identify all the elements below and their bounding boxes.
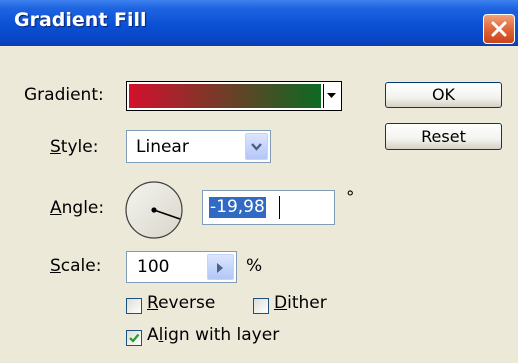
- scale-label: Scale:: [50, 256, 102, 276]
- gradient-preview[interactable]: [129, 84, 321, 108]
- scale-value: 100: [137, 257, 170, 277]
- angle-dial[interactable]: [124, 180, 184, 240]
- style-value: Linear: [136, 137, 189, 157]
- scale-input[interactable]: 100: [126, 251, 237, 283]
- style-label: Style:: [50, 137, 99, 157]
- gradient-fill-dialog: Gradient Fill Gradient: OK Reset Style: …: [0, 0, 518, 363]
- text-caret: [279, 196, 280, 219]
- reverse-checkbox[interactable]: [126, 298, 142, 314]
- title-bar[interactable]: Gradient Fill: [0, 0, 518, 46]
- angle-input[interactable]: -19,98: [202, 190, 335, 225]
- reset-button[interactable]: Reset: [385, 123, 502, 150]
- dialog-title: Gradient Fill: [14, 9, 147, 31]
- triangle-down-icon: [327, 93, 336, 98]
- close-icon: [491, 21, 507, 37]
- gradient-label: Gradient:: [24, 85, 104, 105]
- chevron-down-icon: [251, 143, 262, 151]
- angle-label: Angle:: [50, 198, 105, 218]
- gradient-picker[interactable]: [126, 81, 342, 111]
- scale-slider-button[interactable]: [207, 254, 234, 280]
- percent-symbol: %: [246, 256, 263, 276]
- checkmark-icon: [129, 333, 140, 343]
- align-with-layer-text: Align with layer: [147, 325, 280, 345]
- degree-symbol: °: [346, 188, 355, 208]
- ok-button[interactable]: OK: [385, 82, 502, 108]
- triangle-right-icon: [217, 263, 223, 273]
- close-button[interactable]: [483, 14, 515, 44]
- style-select[interactable]: Linear: [126, 130, 271, 163]
- dither-label[interactable]: Dither: [274, 293, 327, 313]
- align-with-layer-label[interactable]: Align with layer: [147, 325, 279, 345]
- angle-value: -19,98: [209, 197, 266, 218]
- align-with-layer-checkbox[interactable]: [126, 330, 142, 346]
- gradient-dropdown-button[interactable]: [323, 84, 339, 108]
- dither-checkbox[interactable]: [253, 298, 269, 314]
- reverse-label[interactable]: Reverse: [147, 293, 215, 313]
- style-dropdown-button[interactable]: [245, 133, 268, 160]
